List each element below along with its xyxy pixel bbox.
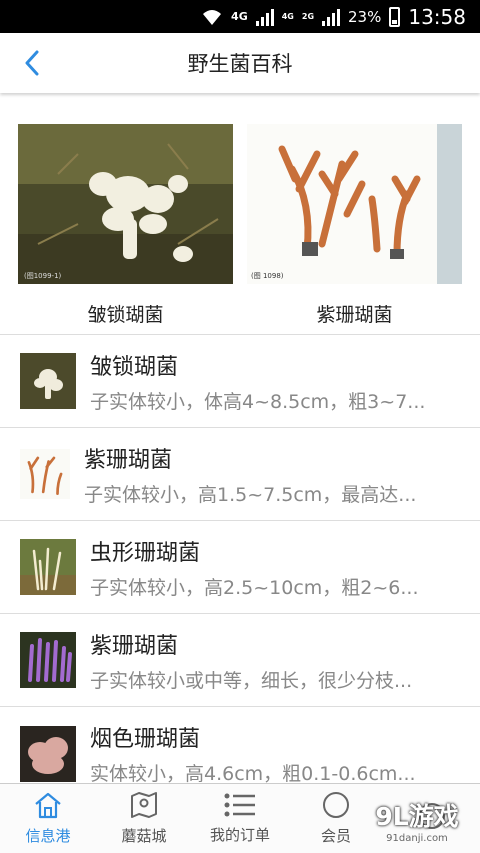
network-label-3: 2G: [301, 12, 315, 21]
tab-label: 会员: [320, 827, 351, 845]
list-thumbnail: [20, 539, 76, 595]
featured-card-1[interactable]: (图1099-1) 皱锁瑚菌: [18, 124, 233, 334]
featured-caption: 紫珊瑚菌: [316, 304, 393, 326]
item-description: 子实体较小，高2.5~10cm，粗2~6...: [90, 576, 419, 599]
tab-mushroom-city[interactable]: 蘑菇城: [96, 784, 192, 853]
clock: 13:58: [408, 4, 466, 29]
network-label-1: 4G: [231, 10, 248, 23]
mushroom-illustration: (图 1098): [247, 124, 462, 284]
list-item[interactable]: 虫形珊瑚菌 子实体较小，高2.5~10cm，粗2~6...: [0, 521, 480, 614]
home-icon: [35, 792, 61, 819]
item-title: 紫珊瑚菌: [90, 633, 179, 659]
watermark-text: 9L游戏: [375, 802, 459, 831]
item-title: 皱锁瑚菌: [90, 354, 179, 380]
list-item[interactable]: 紫珊瑚菌 子实体较小，高1.5~7.5cm，最高达...: [0, 428, 480, 521]
list-thumbnail: [20, 725, 76, 782]
tab-label: 蘑菇城: [121, 827, 167, 845]
list-thumbnail: [20, 449, 70, 499]
list-item[interactable]: 皱锁瑚菌 子实体较小，体高4~8.5cm，粗3~7...: [0, 335, 480, 428]
photo-label: (图1099-1): [24, 272, 62, 280]
item-description: 子实体较小，体高4~8.5cm，粗3~7...: [90, 390, 426, 413]
signal-icon-2: [322, 8, 341, 26]
list-thumbnail: [20, 353, 76, 409]
item-description: 实体较小，高4.6cm，粗0.1-0.6cm...: [90, 763, 416, 785]
list-icon: [224, 793, 255, 817]
map-icon: [131, 792, 157, 818]
list-thumbnail: [20, 632, 76, 688]
mushroom-list: 皱锁瑚菌 子实体较小，体高4~8.5cm，粗3~7... 紫珊瑚菌 子实体较小，…: [0, 335, 480, 800]
featured-card-2[interactable]: (图 1098) 紫珊瑚菌: [247, 124, 462, 334]
list-item[interactable]: 紫珊瑚菌 子实体较小或中等，细长，很少分枝...: [0, 614, 480, 707]
featured-caption: 皱锁瑚菌: [87, 304, 164, 326]
status-bar: 4G 4G 2G 23% 13:58: [0, 0, 480, 33]
item-title: 烟色珊瑚菌: [90, 727, 201, 752]
back-button[interactable]: [16, 47, 48, 79]
nav-bar: 野生菌百科: [0, 33, 480, 93]
battery-icon: [389, 6, 401, 27]
item-description: 子实体较小，高1.5~7.5cm，最高达...: [84, 483, 417, 506]
signal-icon: [255, 8, 274, 26]
featured-section: (图1099-1) 皱锁瑚菌 (图 1098) 紫珊瑚菌: [0, 93, 480, 335]
item-title: 紫珊瑚菌: [84, 447, 173, 473]
network-label-2: 4G: [281, 12, 294, 21]
item-title: 虫形珊瑚菌: [90, 540, 201, 566]
chevron-left-icon: [25, 50, 39, 76]
user-icon: [323, 792, 349, 818]
tab-label: 我的订单: [209, 826, 270, 844]
tab-info-port[interactable]: 信息港: [0, 784, 96, 853]
item-description: 子实体较小或中等，细长，很少分枝...: [90, 669, 413, 692]
photo-label: (图 1098): [251, 272, 284, 280]
page-title: 野生菌百科: [187, 52, 293, 76]
wifi-icon: [203, 9, 222, 25]
mushroom-photo: (图1099-1): [18, 124, 233, 284]
watermark-logo: 9L游戏 91danji.com: [362, 797, 472, 849]
watermark-url: 91danji.com: [386, 833, 448, 844]
tab-label: 信息港: [25, 827, 71, 845]
tab-my-orders[interactable]: 我的订单: [192, 784, 288, 853]
battery-percent: 23%: [348, 7, 382, 26]
